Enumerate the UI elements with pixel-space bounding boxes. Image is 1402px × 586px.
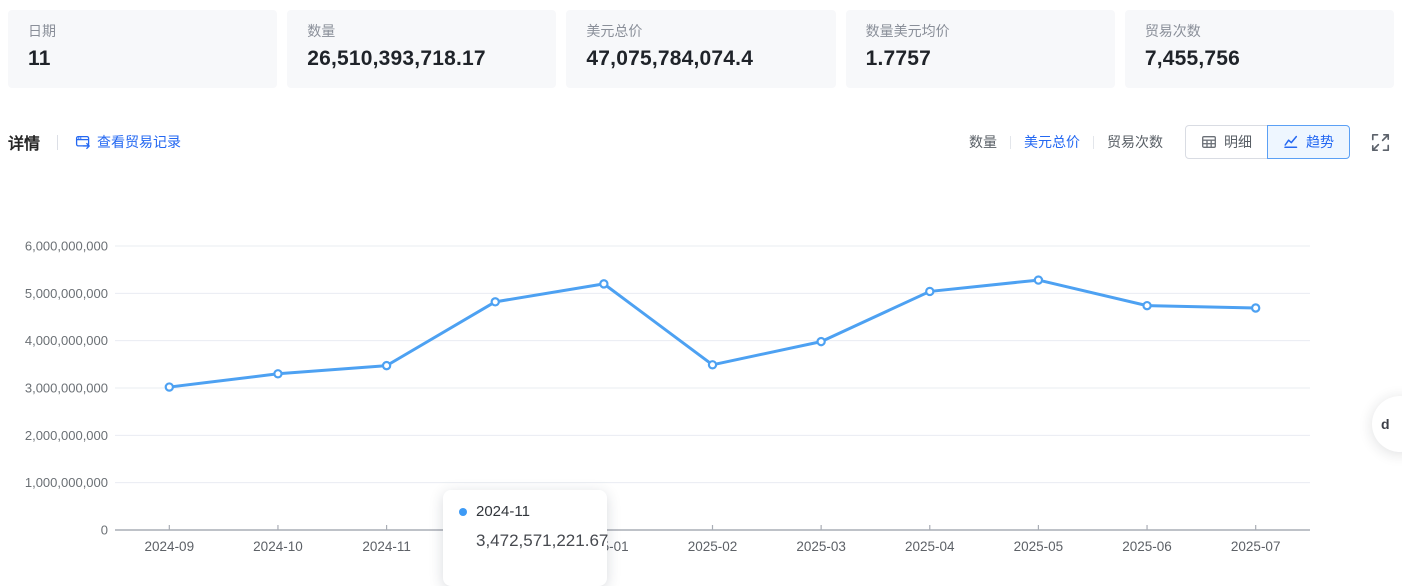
y-axis-tick-label: 1,000,000,000	[25, 475, 108, 490]
data-point-marker[interactable]	[1143, 302, 1150, 309]
y-axis-tick-label: 6,000,000,000	[25, 239, 108, 254]
view-trade-records-link[interactable]: 查看贸易记录	[75, 132, 181, 152]
data-point-marker[interactable]	[274, 370, 281, 377]
stat-card-label: 美元总价	[586, 23, 815, 39]
stat-card-value: 11	[28, 47, 257, 71]
stat-card-value: 7,455,756	[1145, 47, 1374, 71]
chart-tooltip: 2024-11 3,472,571,221.67	[443, 490, 607, 586]
x-axis-tick-label: 2025-04	[905, 539, 955, 554]
data-point-marker[interactable]	[926, 288, 933, 295]
stat-card-label: 数量	[307, 23, 536, 39]
y-axis-tick-label: 0	[101, 523, 108, 538]
data-point-marker[interactable]	[818, 338, 825, 345]
metric-tab-2[interactable]: 美元总价	[1024, 132, 1080, 152]
data-point-marker[interactable]	[383, 362, 390, 369]
y-axis-tick-label: 2,000,000,000	[25, 428, 108, 443]
stat-card: 数量 26,510,393,718.17	[287, 10, 556, 88]
x-axis-tick-label: 2025-06	[1122, 539, 1172, 554]
toggle-button-label: 趋势	[1306, 132, 1334, 152]
data-point-marker[interactable]	[1252, 304, 1259, 311]
view-toggle-group: 明细 趋势	[1185, 125, 1350, 159]
x-axis-tick-label: 2025-02	[688, 539, 738, 554]
tooltip-series-label: 2024-11	[476, 503, 530, 520]
floating-widget-glyph: d	[1381, 416, 1390, 432]
stat-card-value: 26,510,393,718.17	[307, 47, 536, 71]
tab-divider	[1093, 136, 1094, 149]
window-export-icon	[75, 134, 91, 150]
stat-card-value: 47,075,784,074.4	[586, 47, 815, 71]
tooltip-title-row: 2024-11	[459, 503, 591, 520]
trend-view-button[interactable]: 趋势	[1267, 125, 1350, 159]
y-axis-tick-label: 4,000,000,000	[25, 333, 108, 348]
fullscreen-icon[interactable]	[1371, 133, 1390, 152]
stat-card: 数量美元均价 1.7757	[846, 10, 1115, 88]
x-axis-tick-label: 2024-09	[145, 539, 195, 554]
y-axis-tick-label: 5,000,000,000	[25, 286, 108, 301]
metric-tab-3[interactable]: 贸易次数	[1107, 132, 1163, 152]
tooltip-value: 3,472,571,221.67	[476, 531, 591, 551]
stat-card: 日期 11	[8, 10, 277, 88]
series-line	[169, 280, 1255, 387]
data-point-marker[interactable]	[1035, 276, 1042, 283]
x-axis-tick-label: 2025-03	[796, 539, 846, 554]
y-axis-tick-label: 3,000,000,000	[25, 381, 108, 396]
detail-header-left: 详情 查看贸易记录	[8, 130, 181, 154]
detail-header-right: 数量 美元总价 贸易次数 明细 趋势	[969, 125, 1390, 159]
table-icon	[1201, 134, 1217, 150]
detail-view-button[interactable]: 明细	[1185, 125, 1268, 159]
data-point-marker[interactable]	[709, 361, 716, 368]
view-trade-records-label: 查看贸易记录	[97, 132, 181, 152]
page-title: 详情	[8, 130, 40, 154]
x-axis-tick-label: 2024-11	[362, 539, 411, 554]
metric-tabs: 数量 美元总价 贸易次数	[969, 132, 1163, 152]
x-axis-tick-label: 2025-05	[1014, 539, 1064, 554]
stats-row: 日期 11 数量 26,510,393,718.17 美元总价 47,075,784,07…	[8, 10, 1394, 88]
detail-header: 详情 查看贸易记录 数量 美元总价 贸易次数 明细 趋势	[8, 124, 1390, 160]
stat-card: 美元总价 47,075,784,074.4	[566, 10, 835, 88]
toggle-button-label: 明细	[1224, 132, 1252, 152]
x-axis-tick-label: 2024-10	[253, 539, 303, 554]
stat-card-label: 日期	[28, 23, 257, 39]
metric-tab-1[interactable]: 数量	[969, 132, 997, 152]
trend-line-chart[interactable]: 0 1,000,000,000 2,000,000,000 3,000,000,000…	[0, 180, 1402, 566]
data-point-marker[interactable]	[492, 298, 499, 305]
stat-card-value: 1.7757	[866, 47, 1095, 71]
series-dot-icon	[459, 508, 467, 516]
vertical-divider	[57, 135, 58, 150]
stat-card-label: 贸易次数	[1145, 23, 1374, 39]
x-axis-tick-label: 2025-07	[1231, 539, 1281, 554]
stat-card: 贸易次数 7,455,756	[1125, 10, 1394, 88]
tab-divider	[1010, 136, 1011, 149]
data-point-marker[interactable]	[166, 383, 173, 390]
trend-icon	[1283, 134, 1299, 150]
data-point-marker[interactable]	[600, 280, 607, 287]
stat-card-label: 数量美元均价	[866, 23, 1095, 39]
